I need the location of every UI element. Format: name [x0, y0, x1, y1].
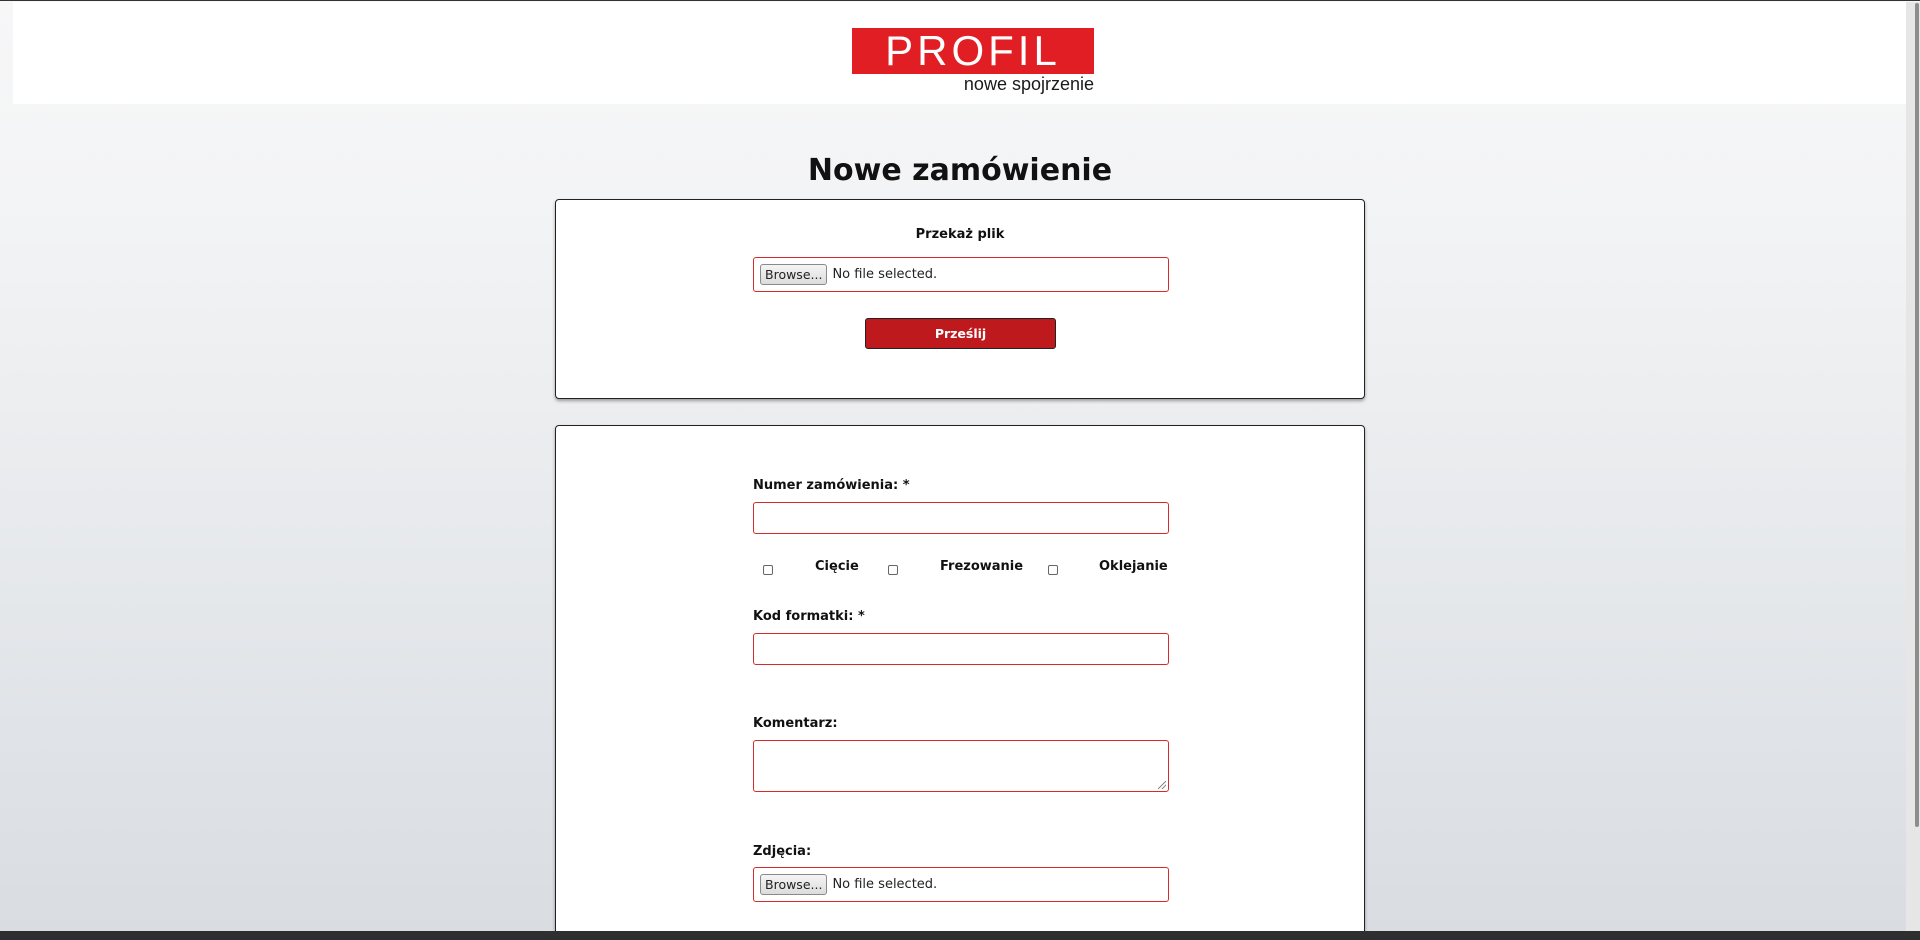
logo-brand: PROFIL	[852, 27, 1094, 74]
photos-label: Zdjęcia:	[753, 844, 812, 859]
checkbox-oklejanie[interactable]	[1048, 565, 1058, 575]
page-title: Nowe zamówienie	[807, 153, 1113, 188]
bottom-bar	[0, 931, 1920, 940]
profil-logo[interactable]: PROFIL nowe spojrzenie	[852, 27, 1094, 96]
comment-label: Komentarz:	[753, 716, 838, 731]
order-number-input[interactable]	[753, 502, 1169, 534]
upload-file-input[interactable]: Browse... No file selected.	[753, 257, 1169, 292]
checkbox-oklejanie-label: Oklejanie	[1099, 559, 1168, 574]
comment-textarea[interactable]	[753, 740, 1169, 792]
photos-file-input[interactable]: Browse... No file selected.	[753, 867, 1169, 902]
scrollbar-thumb[interactable]	[1915, 3, 1919, 827]
logo-tagline: nowe spojrzenie	[963, 74, 1094, 94]
checkbox-ciecie-label: Cięcie	[815, 559, 859, 574]
file-upload-card: Przekaż plik Browse... No file selected.…	[555, 199, 1365, 399]
format-code-input[interactable]	[753, 633, 1169, 665]
order-form-card: Numer zamówienia: * Cięcie Frezowanie Ok…	[555, 425, 1365, 940]
order-number-label: Numer zamówienia: *	[753, 478, 910, 493]
resize-grip-icon[interactable]	[1158, 781, 1166, 789]
site-header: PROFIL nowe spojrzenie	[13, 2, 1906, 104]
checkbox-ciecie[interactable]	[763, 565, 773, 575]
file-status-text: No file selected.	[832, 267, 938, 282]
upload-label: Przekaż plik	[915, 227, 1005, 242]
submit-upload-button[interactable]: Prześlij	[865, 318, 1056, 349]
photos-browse-button[interactable]: Browse...	[760, 874, 828, 895]
photos-file-status: No file selected.	[832, 877, 938, 892]
format-code-label: Kod formatki: *	[753, 609, 865, 624]
checkbox-frezowanie-label: Frezowanie	[940, 559, 1024, 574]
checkbox-frezowanie[interactable]	[888, 565, 898, 575]
browse-button[interactable]: Browse...	[760, 264, 828, 285]
